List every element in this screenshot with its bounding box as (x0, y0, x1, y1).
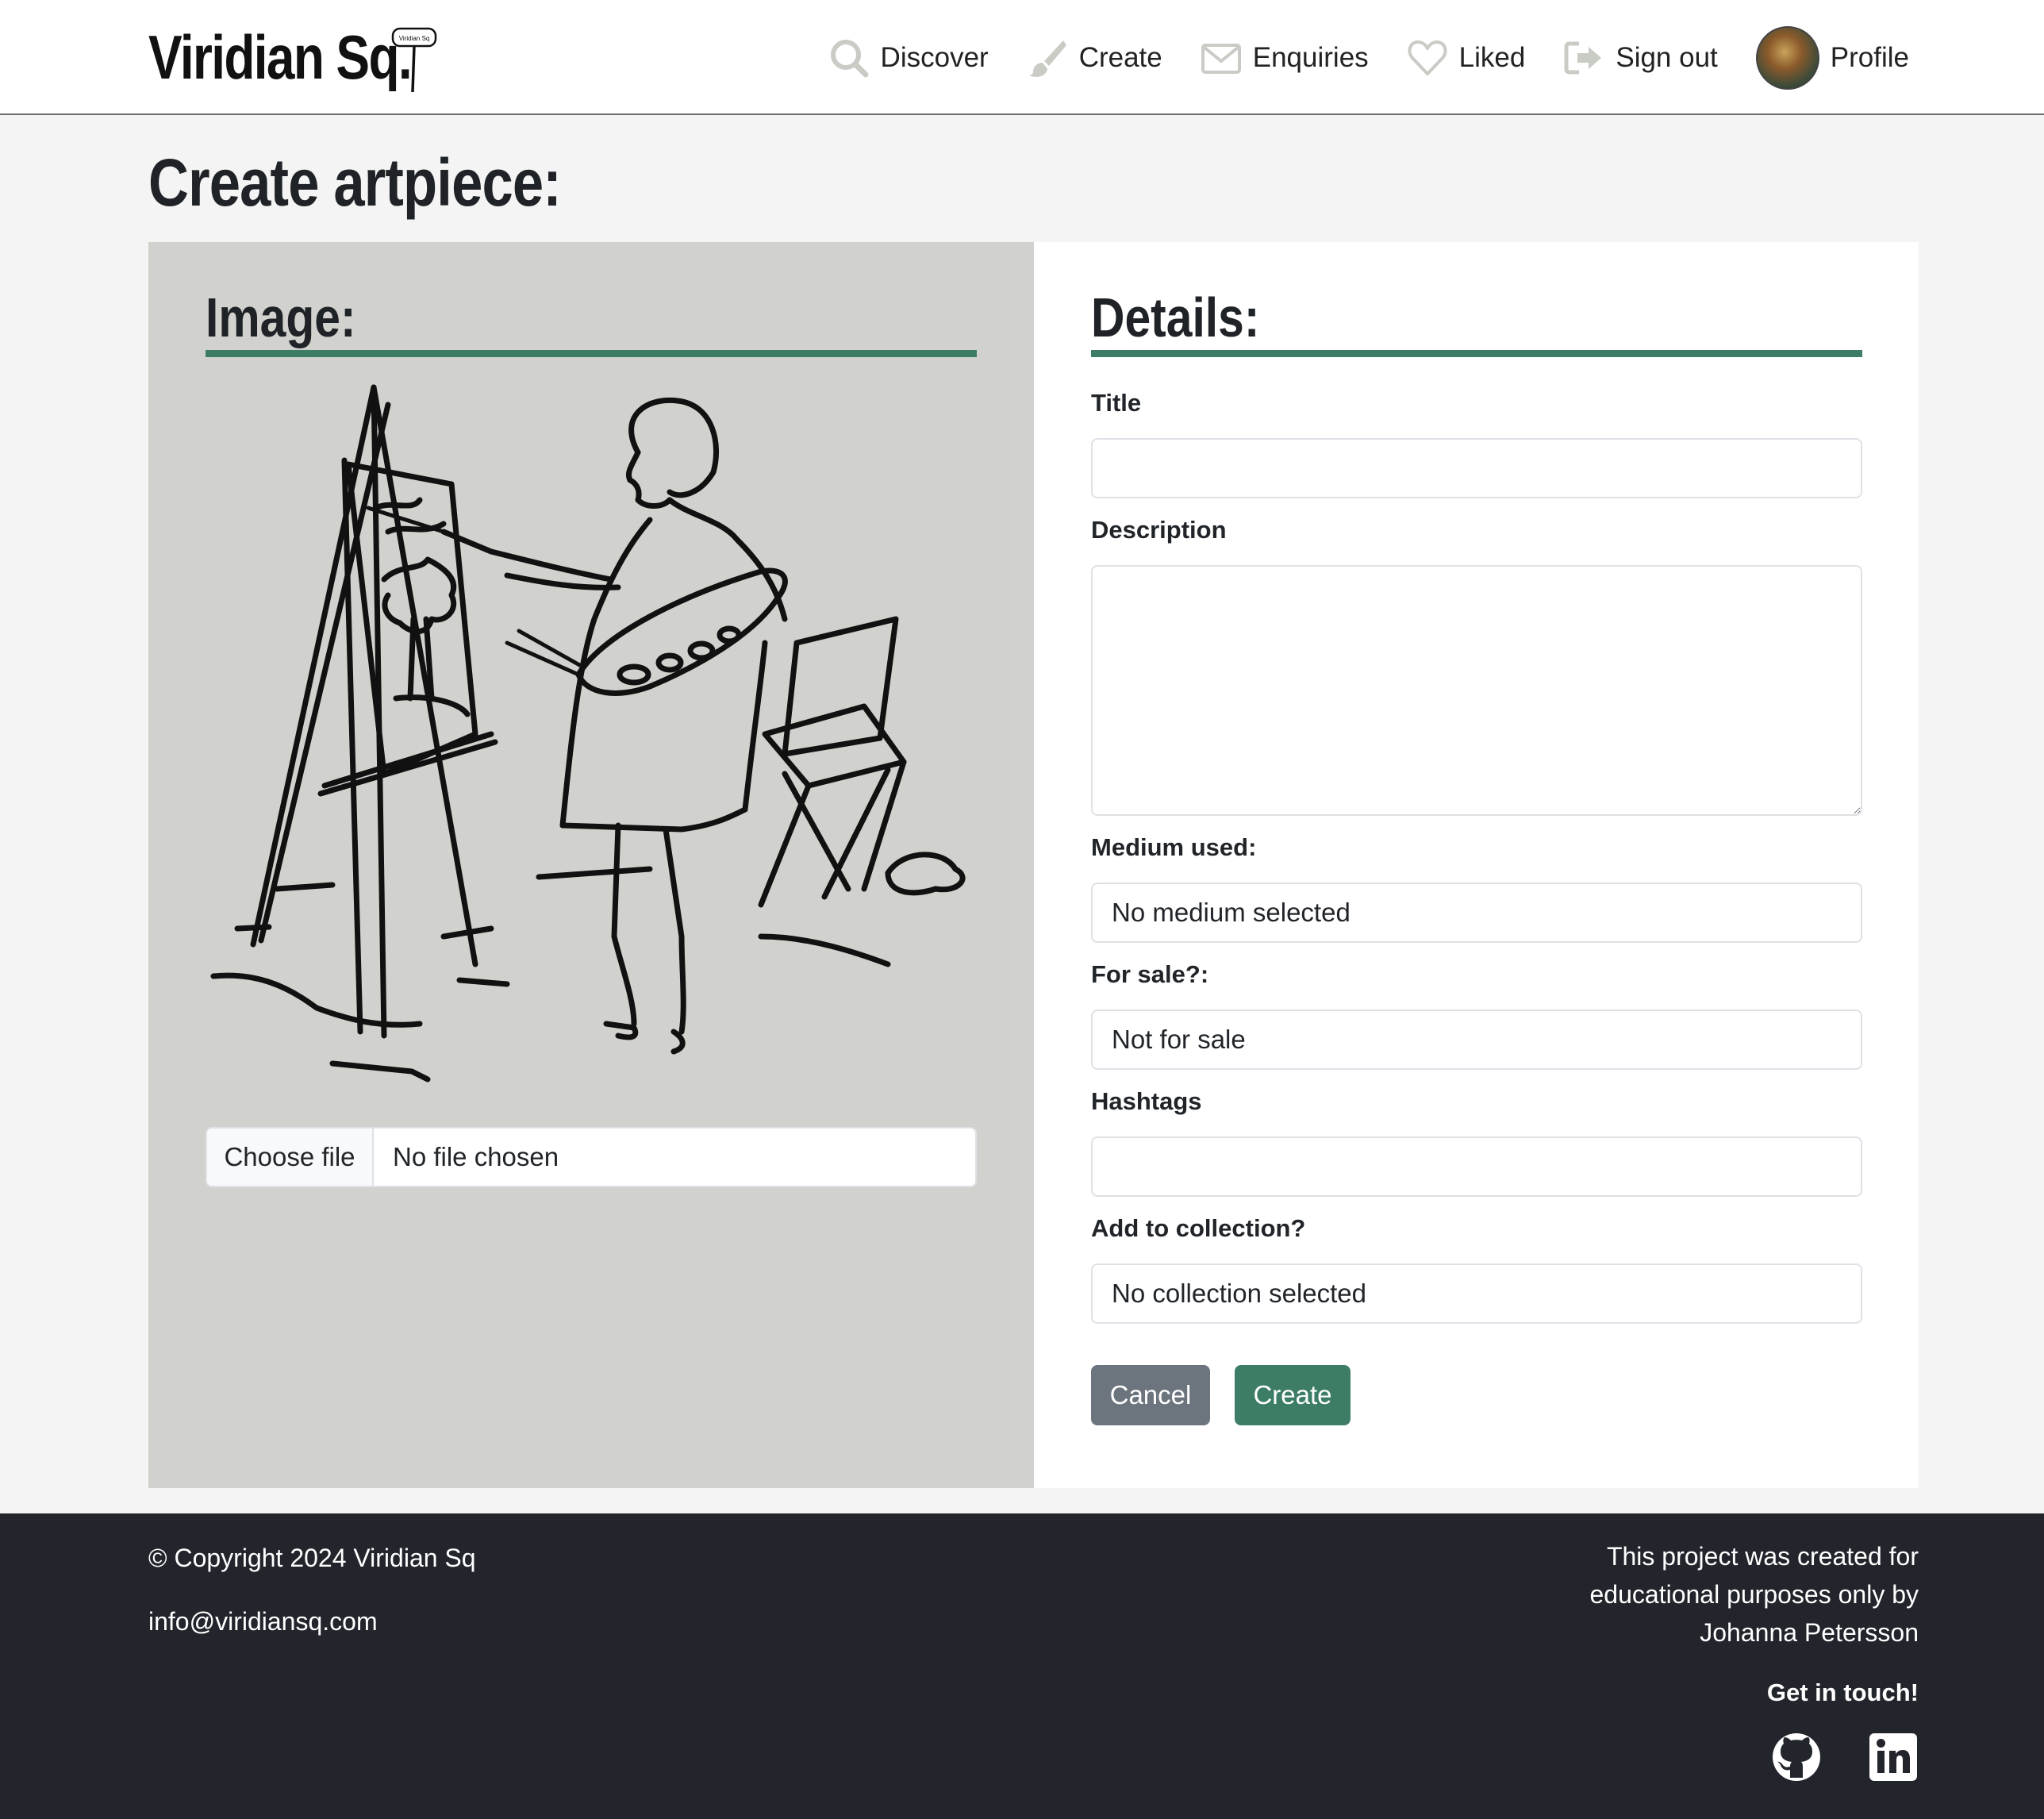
for-sale-select-value: Not for sale (1112, 1025, 1246, 1054)
details-panel: Details: Title Description Medium used: … (1034, 242, 1919, 1488)
brand-logo[interactable]: Viridian Sq. Viridian Sq (148, 17, 469, 97)
page-title: Create artpiece: (148, 145, 562, 220)
nav-create-label: Create (1078, 41, 1162, 73)
sign-out-icon (1564, 41, 1602, 74)
brand-name: Viridian Sq. (148, 22, 413, 92)
hashtags-input[interactable] (1091, 1136, 1862, 1197)
choose-file-button[interactable]: Choose file (207, 1129, 374, 1186)
copyright-text: © Copyright 2024 Viridian Sq (148, 1544, 476, 1572)
linkedin-icon[interactable] (1868, 1732, 1919, 1782)
artist-illustration (210, 384, 966, 1083)
nav-create[interactable]: Create (1027, 37, 1162, 79)
nav-links: Discover Create Enquiries Liked Sign out… (828, 0, 1909, 115)
collection-select-value: No collection selected (1112, 1279, 1367, 1308)
hashtags-label: Hashtags (1091, 1087, 1202, 1115)
nav-liked[interactable]: Liked (1407, 37, 1526, 79)
title-label: Title (1091, 389, 1142, 417)
navbar: Viridian Sq. Viridian Sq Discover Create (0, 0, 2044, 115)
file-status: No file chosen (393, 1142, 559, 1171)
nav-sign-out-label: Sign out (1616, 41, 1718, 73)
description-label: Description (1091, 516, 1227, 544)
collection-label: Add to collection? (1091, 1214, 1306, 1242)
medium-select[interactable]: No medium selected (1091, 883, 1862, 943)
file-upload-input[interactable]: Choose file No file chosen (206, 1127, 977, 1187)
project-note-line: educational purposes only by (1589, 1580, 1919, 1609)
collection-select[interactable]: No collection selected (1091, 1263, 1862, 1324)
sign-text: Viridian Sq (399, 35, 430, 42)
github-icon[interactable] (1771, 1732, 1822, 1782)
create-button[interactable]: Create (1235, 1365, 1350, 1425)
heart-icon (1408, 40, 1447, 75)
avatar (1755, 25, 1819, 90)
search-icon (830, 39, 869, 77)
cancel-button[interactable]: Cancel (1091, 1365, 1210, 1425)
brush-icon (1028, 40, 1066, 77)
title-input[interactable] (1091, 438, 1862, 498)
nav-discover[interactable]: Discover (828, 37, 989, 79)
image-heading: Image: (206, 278, 977, 357)
nav-profile[interactable]: Profile (1755, 25, 1909, 90)
social-links (1771, 1732, 1919, 1782)
envelope-icon (1201, 43, 1241, 74)
project-note: This project was created for educational… (1590, 1537, 1919, 1652)
footer: © Copyright 2024 Viridian Sq info@viridi… (0, 1513, 2044, 1819)
nav-profile-label: Profile (1830, 41, 1909, 73)
nav-discover-label: Discover (880, 41, 989, 73)
get-in-touch-heading: Get in touch! (1766, 1679, 1919, 1706)
medium-select-value: No medium selected (1112, 898, 1350, 927)
details-heading: Details: (1091, 278, 1862, 357)
for-sale-label: For sale?: (1091, 960, 1209, 988)
image-heading-text: Image: (206, 287, 356, 348)
nav-enquiries[interactable]: Enquiries (1201, 37, 1369, 79)
details-heading-text: Details: (1091, 287, 1260, 348)
project-note-line: Johanna Petersson (1700, 1618, 1919, 1647)
project-note-line: This project was created for (1606, 1542, 1919, 1571)
signpost-icon: Viridian Sq (391, 27, 437, 93)
image-panel: Image: Choose file No file chosen (148, 242, 1034, 1488)
nav-liked-label: Liked (1458, 41, 1526, 73)
nav-sign-out[interactable]: Sign out (1563, 37, 1718, 79)
nav-enquiries-label: Enquiries (1252, 41, 1369, 73)
contact-email[interactable]: info@viridiansq.com (148, 1607, 378, 1636)
medium-label: Medium used: (1091, 833, 1257, 861)
for-sale-select[interactable]: Not for sale (1091, 1009, 1862, 1070)
description-textarea[interactable] (1091, 565, 1862, 816)
